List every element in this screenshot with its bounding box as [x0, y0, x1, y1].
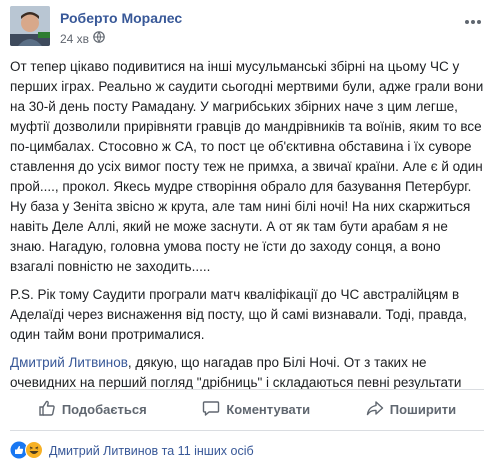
share-arrow-icon	[366, 399, 384, 420]
post-comment-paragraph: Дмитрий Литвинов, дякую, що нагадав про …	[10, 353, 484, 393]
share-label: Поширити	[389, 401, 457, 417]
reactions-names[interactable]: Дмитрий Литвинов та 11 інших осіб	[49, 444, 254, 458]
post-time[interactable]: 24 хв	[60, 32, 89, 46]
reactions-summary[interactable]: Дмитрий Литвинов та 11 інших осіб	[10, 440, 254, 462]
post-header: Роберто Моралес 24 хв	[10, 6, 484, 48]
audience-globe-icon[interactable]	[93, 31, 105, 46]
author-avatar[interactable]	[10, 6, 50, 46]
post-actions-bar: Подобається Коментувати Поширити	[10, 392, 484, 426]
author-name[interactable]: Роберто Моралес	[60, 10, 182, 26]
comment-button[interactable]: Коментувати	[202, 399, 310, 420]
more-options-icon[interactable]	[464, 12, 482, 30]
actions-bottom-divider	[10, 430, 484, 431]
mention-link[interactable]: Дмитрий Литвинов	[10, 355, 128, 370]
haha-reaction-icon	[25, 440, 43, 462]
actions-top-divider	[10, 389, 484, 390]
post-timestamp-row: 24 хв	[60, 31, 105, 46]
like-label: Подобається	[61, 401, 147, 417]
comment-bubble-icon	[202, 399, 220, 420]
post-paragraph: P.S. Рік тому Саудити програли матч квал…	[10, 287, 467, 342]
like-button[interactable]: Подобається	[38, 399, 147, 420]
share-button[interactable]: Поширити	[366, 399, 456, 420]
post-body: От тепер цікаво подивитися на інші мусул…	[10, 57, 484, 401]
thumbs-up-icon	[38, 399, 56, 420]
comment-label: Коментувати	[226, 401, 311, 417]
reaction-icons	[10, 440, 43, 462]
post-paragraph: От тепер цікаво подивитися на інші мусул…	[10, 59, 484, 274]
